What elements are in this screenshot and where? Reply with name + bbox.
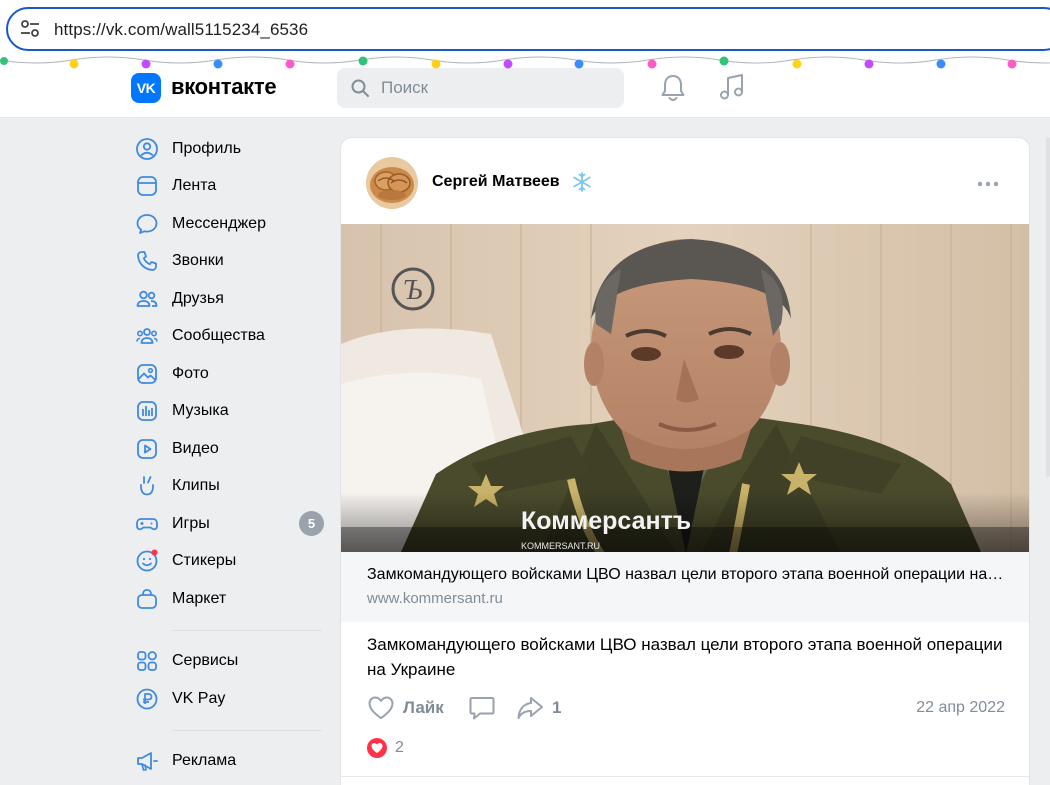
reactions-count: 2 bbox=[395, 739, 404, 756]
music-icon bbox=[137, 401, 157, 422]
sidebar-item-communities[interactable]: Сообщества bbox=[130, 318, 325, 356]
post-image[interactable]: Ъ Коммерсантъ KOMMERSANT.RU bbox=[341, 224, 1030, 552]
sidebar-item-photos[interactable]: Фото bbox=[130, 355, 325, 393]
sidebar-item-market[interactable]: Маркет bbox=[130, 580, 325, 618]
author-avatar[interactable] bbox=[366, 157, 418, 209]
search-icon bbox=[351, 79, 369, 97]
sidebar-item-label: Сервисы bbox=[172, 652, 239, 670]
sidebar-item-label: Видео bbox=[172, 439, 219, 457]
feed-icon bbox=[137, 176, 157, 197]
share-button[interactable]: 1 bbox=[516, 693, 561, 723]
sidebar-item-friends[interactable]: Друзья bbox=[130, 280, 325, 318]
sidebar-item-feed[interactable]: Лента bbox=[130, 168, 325, 206]
friends-icon bbox=[136, 290, 158, 307]
market-icon bbox=[137, 588, 157, 609]
sidebar-item-label: Клипы bbox=[172, 477, 220, 495]
author-name[interactable]: Сергей Матвеев bbox=[432, 173, 560, 191]
sidebar-item-messenger[interactable]: Мессенджер bbox=[130, 205, 325, 243]
sidebar-item-profile[interactable]: Профиль bbox=[130, 130, 325, 168]
notifications-bell-icon[interactable] bbox=[659, 73, 687, 103]
address-bar[interactable]: https://vk.com/wall5115234_6536 bbox=[6, 7, 1050, 51]
music-player-icon[interactable] bbox=[718, 73, 746, 103]
vkpay-icon bbox=[136, 688, 158, 710]
sidebar-item-clips[interactable]: Клипы bbox=[130, 468, 325, 506]
sidebar-item-label: Лента bbox=[172, 177, 217, 195]
sidebar-divider bbox=[172, 629, 322, 631]
sidebar-item-label: Мессенджер bbox=[172, 214, 266, 232]
services-icon bbox=[137, 651, 157, 672]
sidebar-item-label: Фото bbox=[172, 364, 209, 382]
sidebar-item-video[interactable]: Видео bbox=[130, 430, 325, 468]
sidebar-item-label: VK Pay bbox=[172, 689, 226, 707]
profile-icon bbox=[136, 137, 158, 160]
comment-icon bbox=[469, 697, 495, 720]
sidebar-item-label: Игры bbox=[172, 514, 210, 532]
site-settings-icon[interactable] bbox=[20, 20, 40, 38]
sidebar-item-label: Профиль bbox=[172, 139, 242, 157]
post-date[interactable]: 22 апр 2022 bbox=[916, 699, 1005, 717]
wall-post: Сергей Матвеев Ъ Коммерсантъ KOMMERSANT.… bbox=[340, 137, 1030, 785]
link-title[interactable]: Замкомандующего войсками ЦВО назвал цели… bbox=[367, 566, 1007, 584]
reactions-summary[interactable]: 2 bbox=[367, 736, 404, 760]
like-label: Лайк bbox=[403, 698, 444, 717]
stickers-icon bbox=[136, 549, 158, 572]
games-count-badge: 5 bbox=[299, 511, 324, 537]
sidebar-item-label: Музыка bbox=[172, 402, 229, 420]
sidebar-item-music[interactable]: Музыка bbox=[130, 393, 325, 431]
comment-button[interactable] bbox=[468, 693, 496, 723]
heart-icon bbox=[368, 696, 394, 719]
reaction-heart-icon bbox=[367, 738, 387, 758]
sidebar-item-calls[interactable]: Звонки bbox=[130, 243, 325, 281]
photo-icon bbox=[137, 363, 157, 384]
games-icon bbox=[136, 517, 158, 530]
sidebar-item-label: Стикеры bbox=[172, 552, 237, 570]
communities-icon bbox=[136, 328, 158, 345]
sidebar-item-services[interactable]: Сервисы bbox=[130, 643, 325, 681]
image-watermark: Коммерсантъ bbox=[521, 507, 691, 535]
svg-text:Ъ: Ъ bbox=[404, 275, 423, 306]
video-icon bbox=[137, 438, 157, 459]
post-actions: Лайк 1 22 апр 2022 bbox=[341, 693, 1029, 723]
left-sidebar: Профиль Лента Мессенджер Звонки Друзья С… bbox=[130, 130, 325, 780]
phone-icon bbox=[137, 251, 157, 272]
messenger-icon bbox=[136, 213, 158, 234]
sidebar-item-vkpay[interactable]: VK Pay bbox=[130, 680, 325, 718]
like-button[interactable]: Лайк bbox=[367, 693, 444, 723]
vk-brand-name[interactable]: вконтакте bbox=[171, 74, 277, 100]
sidebar-divider bbox=[172, 729, 322, 731]
link-attachment[interactable]: Замкомандующего войсками ЦВО назвал цели… bbox=[341, 552, 1029, 622]
right-column-edge bbox=[1046, 137, 1050, 477]
share-icon bbox=[517, 697, 543, 719]
sidebar-item-label: Звонки bbox=[172, 252, 224, 270]
search-input[interactable] bbox=[381, 77, 611, 99]
url-text[interactable]: https://vk.com/wall5115234_6536 bbox=[54, 20, 308, 40]
link-domain[interactable]: www.kommersant.ru bbox=[367, 590, 503, 607]
ads-icon bbox=[137, 752, 158, 772]
search-box[interactable] bbox=[337, 68, 624, 108]
image-watermark-url: KOMMERSANT.RU bbox=[521, 541, 600, 551]
post-divider bbox=[341, 776, 1029, 777]
vk-logo[interactable]: VK bbox=[131, 73, 161, 103]
sidebar-item-label: Реклама bbox=[172, 752, 237, 770]
sidebar-item-label: Сообщества bbox=[172, 327, 265, 345]
clips-icon bbox=[140, 476, 154, 496]
share-count: 1 bbox=[552, 698, 562, 717]
sidebar-item-ads[interactable]: Реклама bbox=[130, 743, 325, 781]
more-options-icon[interactable] bbox=[976, 174, 1000, 194]
sidebar-item-stickers[interactable]: Стикеры bbox=[130, 543, 325, 581]
sidebar-item-label: Маркет bbox=[172, 589, 227, 607]
sidebar-item-label: Друзья bbox=[172, 289, 224, 307]
browser-toolbar: https://vk.com/wall5115234_6536 bbox=[0, 0, 1050, 58]
post-text: Замкомандующего войсками ЦВО назвал цели… bbox=[367, 635, 1003, 679]
sidebar-item-games[interactable]: Игры 5 bbox=[130, 505, 325, 543]
snowflake-icon bbox=[573, 172, 591, 192]
garland-decoration bbox=[0, 56, 1050, 69]
